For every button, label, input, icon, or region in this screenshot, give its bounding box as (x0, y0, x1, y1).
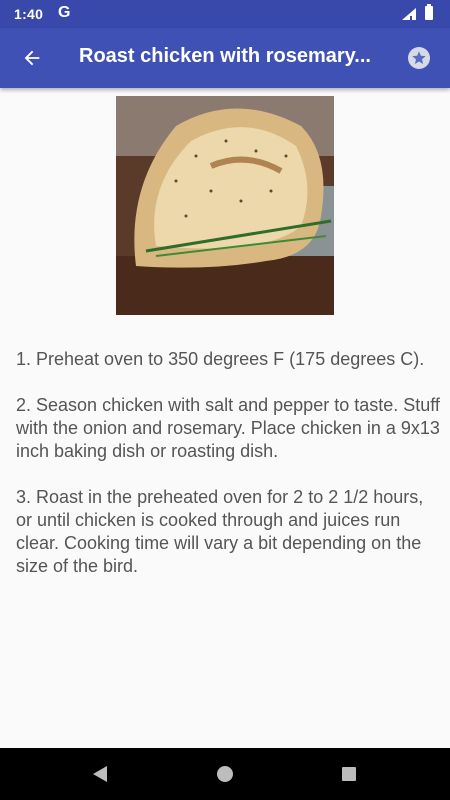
recipe-instructions: 1. Preheat oven to 350 degrees F (175 de… (16, 349, 440, 576)
recipe-image (116, 96, 334, 315)
google-g-icon: G (58, 4, 71, 21)
nav-recents-button[interactable] (335, 760, 363, 788)
status-time: 1:40 (14, 6, 44, 22)
recipe-content: 1. Preheat oven to 350 degrees F (175 de… (0, 88, 450, 748)
favorite-button[interactable] (397, 36, 441, 80)
status-bar: 1:40 G (0, 0, 450, 28)
triangle-back-icon (93, 766, 107, 782)
arrow-back-icon (24, 50, 40, 66)
battery-icon (425, 4, 433, 20)
star-icon (408, 47, 430, 69)
nav-back-button[interactable] (86, 760, 114, 788)
page-title: Roast chicken with rosemary... (79, 45, 371, 67)
square-recents-icon (342, 767, 356, 781)
back-button[interactable] (8, 34, 56, 82)
circle-home-icon (217, 766, 233, 782)
navigation-bar (0, 748, 450, 800)
signal-icon (402, 7, 416, 23)
app-bar: Roast chicken with rosemary... (0, 28, 450, 88)
nav-home-button[interactable] (211, 760, 239, 788)
